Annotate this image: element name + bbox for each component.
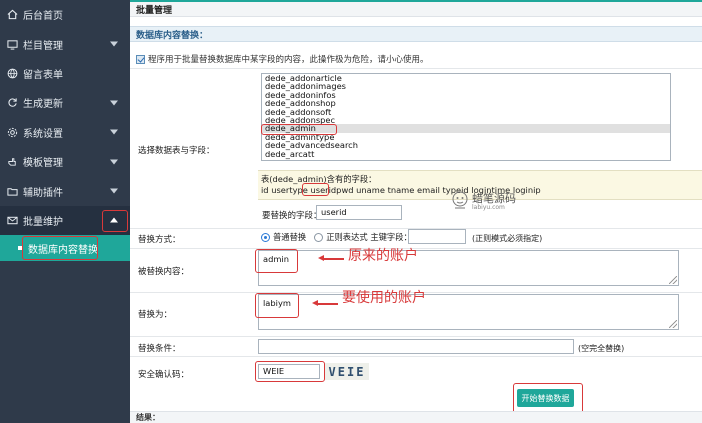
primary-key-input[interactable]: [408, 229, 466, 244]
sidebar-item-label: 系统设置: [23, 128, 63, 140]
replace-with-label: 替换为：: [138, 310, 173, 320]
annotation-highlight-box: [22, 236, 98, 261]
sidebar-item-label: 批量维护: [23, 216, 63, 228]
replaced-label: 被替换内容：: [138, 267, 190, 277]
annotation-highlight-box: [102, 209, 128, 232]
monitor-icon: [6, 38, 18, 50]
field-name[interactable]: id: [261, 185, 269, 195]
method-label: 替换方式：: [138, 235, 181, 245]
field-name[interactable]: email: [417, 185, 440, 195]
chevron-down-icon: [110, 100, 118, 106]
sidebar: 后台首页 栏目管理 留言表单 生成更新 系统设置 模板管理 辅助插件 批量维护 …: [0, 0, 130, 423]
sidebar-item-label: 留言表单: [23, 69, 63, 81]
captcha-image[interactable]: VEIE: [325, 363, 369, 380]
section-title: 数据库内容替换：: [130, 26, 702, 42]
annotation-new-account: 要使用的账户: [342, 290, 426, 306]
chevron-down-icon: [110, 129, 118, 135]
sidebar-subitem-db-replace[interactable]: 数据库内容替换: [0, 235, 130, 262]
result-bar: 结果：: [130, 411, 702, 423]
radio-normal-label: 普通替换: [273, 232, 307, 242]
crayon-logo-icon: [452, 191, 468, 209]
refresh-icon: [6, 97, 18, 109]
chevron-down-icon: [110, 188, 118, 194]
resize-handle-icon[interactable]: [669, 320, 677, 328]
folder-icon: [6, 185, 18, 197]
regex-note: (正则模式必须指定): [472, 234, 543, 243]
main-panel: 批量管理 数据库内容替换： 程序用于批量替换数据库中某字段的内容，此操作极为危险…: [130, 0, 702, 423]
replace-field-input[interactable]: userid: [316, 205, 402, 220]
annotation-highlight-box: [255, 361, 325, 382]
notice: 程序用于批量替换数据库中某字段的内容，此操作极为危险，请小心使用。: [136, 53, 429, 65]
globe-icon: [6, 67, 18, 79]
list-item[interactable]: dede_advancedsearch: [262, 141, 670, 150]
condition-input[interactable]: [258, 339, 574, 354]
replace-with-textarea[interactable]: labiym: [258, 294, 679, 330]
radio-regex[interactable]: [314, 232, 324, 242]
annotation-highlight-box: [261, 124, 337, 135]
condition-label: 替换条件：: [138, 344, 181, 354]
sidebar-item-label: 后台首页: [23, 11, 63, 23]
annotation-arrow-icon: [312, 300, 338, 306]
sidebar-item-generate[interactable]: 生成更新: [0, 88, 130, 117]
sidebar-item-label: 栏目管理: [23, 40, 63, 52]
sidebar-item-templates[interactable]: 模板管理: [0, 147, 130, 176]
replace-field-label: 要替换的字段：: [262, 211, 322, 221]
captcha-row: [130, 356, 702, 386]
method-options: 普通替换 正则表达式 主键字段：: [261, 231, 412, 243]
gear-icon: [6, 126, 18, 138]
annotation-highlight-box: [302, 183, 329, 196]
chevron-down-icon: [110, 159, 118, 165]
select-table-label: 选择数据表与字段：: [138, 146, 215, 156]
annotation-arrow-icon: [318, 255, 344, 261]
annotation-highlight-box: [255, 293, 299, 318]
annotation-original-account: 原来的账户: [348, 248, 418, 264]
home-icon: [6, 9, 18, 21]
watermark-url: labiyu.com: [472, 204, 505, 211]
resize-handle-icon[interactable]: [669, 276, 677, 284]
sidebar-item-guestbook[interactable]: 留言表单: [0, 59, 130, 88]
condition-note: (空完全替换): [578, 344, 625, 353]
field-name[interactable]: pwd: [336, 185, 353, 195]
page-title: 批量管理: [130, 2, 702, 17]
watermark: 蜡笔源码 labiyu.com: [450, 190, 550, 218]
sidebar-item-home[interactable]: 后台首页: [0, 0, 130, 29]
field-name[interactable]: tname: [388, 185, 415, 195]
hand-icon: [6, 156, 18, 168]
sidebar-item-plugins[interactable]: 辅助插件: [0, 176, 130, 205]
annotation-highlight-box: [255, 249, 298, 273]
sidebar-item-label: 辅助插件: [23, 187, 63, 199]
mail-icon: [6, 214, 18, 226]
chevron-down-icon: [110, 41, 118, 47]
sidebar-item-label: 模板管理: [23, 158, 63, 170]
sidebar-item-columns[interactable]: 栏目管理: [0, 29, 130, 58]
notice-text: 程序用于批量替换数据库中某字段的内容，此操作极为危险，请小心使用。: [148, 55, 429, 65]
table-listbox[interactable]: dede_addonarticle dede_addonimages dede_…: [261, 73, 671, 161]
list-item[interactable]: dede_arcatt: [262, 149, 670, 158]
radio-normal[interactable]: [261, 232, 270, 242]
checkbox-icon: [136, 54, 145, 64]
captcha-label: 安全确认码：: [138, 370, 190, 380]
field-name[interactable]: uname: [356, 185, 385, 195]
sidebar-item-settings[interactable]: 系统设置: [0, 118, 130, 147]
sidebar-item-label: 生成更新: [23, 99, 63, 111]
sidebar-item-batch[interactable]: 批量维护: [0, 205, 130, 236]
radio-regex-label: 正则表达式 主键字段：: [326, 232, 412, 242]
